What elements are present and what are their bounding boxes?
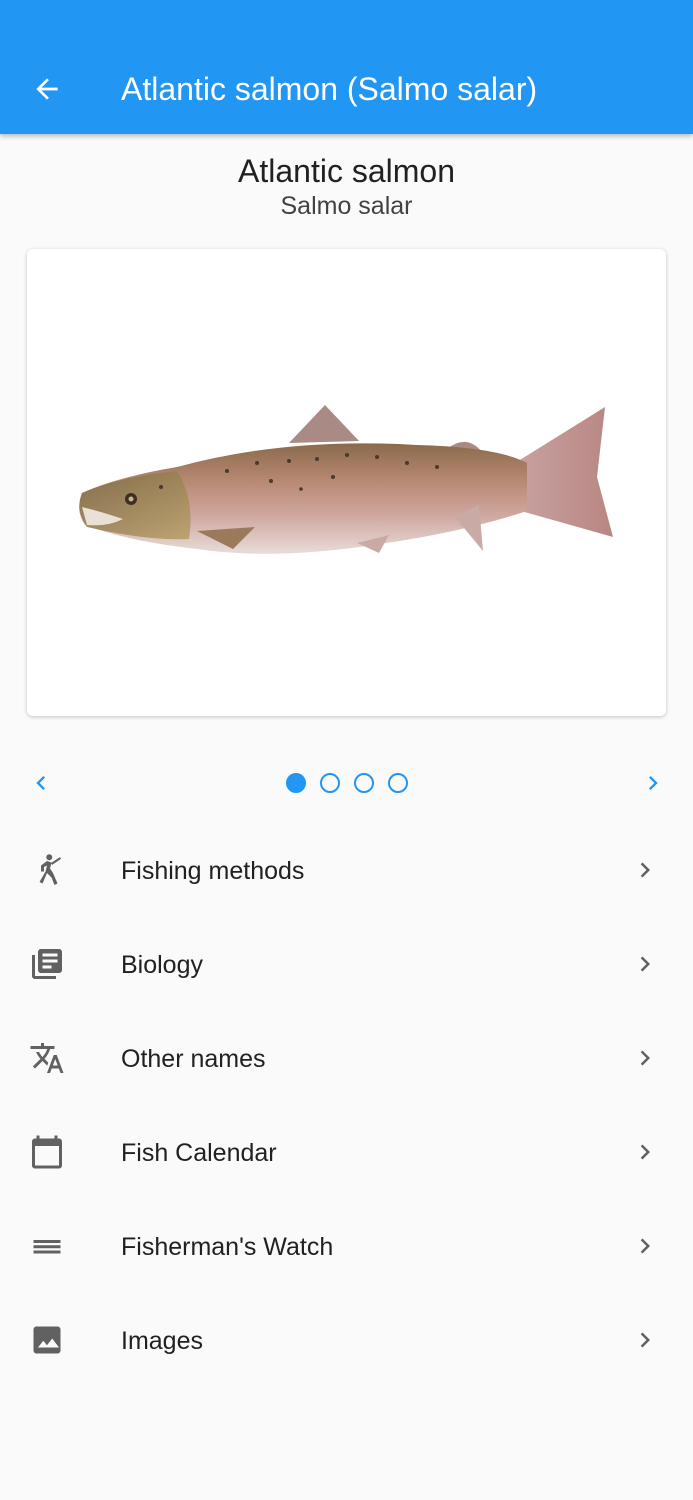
species-scientific-name: Salmo salar [280,192,413,220]
back-button[interactable] [28,70,66,108]
chevron-right-icon [630,946,660,982]
library-books-icon [28,945,66,983]
page-dot[interactable] [286,773,306,793]
menu-item-fish-calendar[interactable]: Fish Calendar [0,1106,693,1200]
chevron-right-icon [630,1134,660,1170]
list-lines-icon [28,1227,66,1265]
fishing-person-icon [28,851,66,889]
chevron-right-icon [630,1040,660,1076]
translate-icon [28,1039,66,1077]
page-dot[interactable] [320,773,340,793]
chevron-right-icon [630,1228,660,1264]
calendar-icon [28,1133,66,1171]
menu-item-label: Fisherman's Watch [121,1233,334,1261]
species-menu: Fishing methods Biology Other names Fish… [0,824,693,1388]
menu-item-other-names[interactable]: Other names [0,1012,693,1106]
menu-item-fishing-methods[interactable]: Fishing methods [0,824,693,918]
menu-item-label: Biology [121,951,203,979]
menu-item-images[interactable]: Images [0,1294,693,1388]
species-common-name: Atlantic salmon [238,153,455,189]
chevron-left-icon [36,776,45,790]
page-dot[interactable] [388,773,408,793]
next-image-button[interactable] [638,768,668,798]
chevron-right-icon [630,1322,660,1358]
previous-image-button[interactable] [26,768,56,798]
chevron-right-icon [630,852,660,888]
menu-item-label: Fishing methods [121,857,305,885]
app-bar: Atlantic salmon (Salmo salar) [0,0,693,134]
arrow-back-icon [36,78,58,100]
image-icon [28,1321,66,1359]
page-dot[interactable] [354,773,374,793]
menu-item-label: Other names [121,1045,266,1073]
menu-item-label: Fish Calendar [121,1139,277,1167]
page-title: Atlantic salmon (Salmo salar) [121,71,538,107]
chevron-right-icon [649,776,658,790]
menu-item-fishermans-watch[interactable]: Fisherman's Watch [0,1200,693,1294]
menu-item-biology[interactable]: Biology [0,918,693,1012]
image-pager [0,760,693,806]
page-indicator [286,773,408,793]
fish-image [79,405,613,554]
menu-item-label: Images [121,1327,203,1355]
image-card[interactable] [27,249,666,716]
